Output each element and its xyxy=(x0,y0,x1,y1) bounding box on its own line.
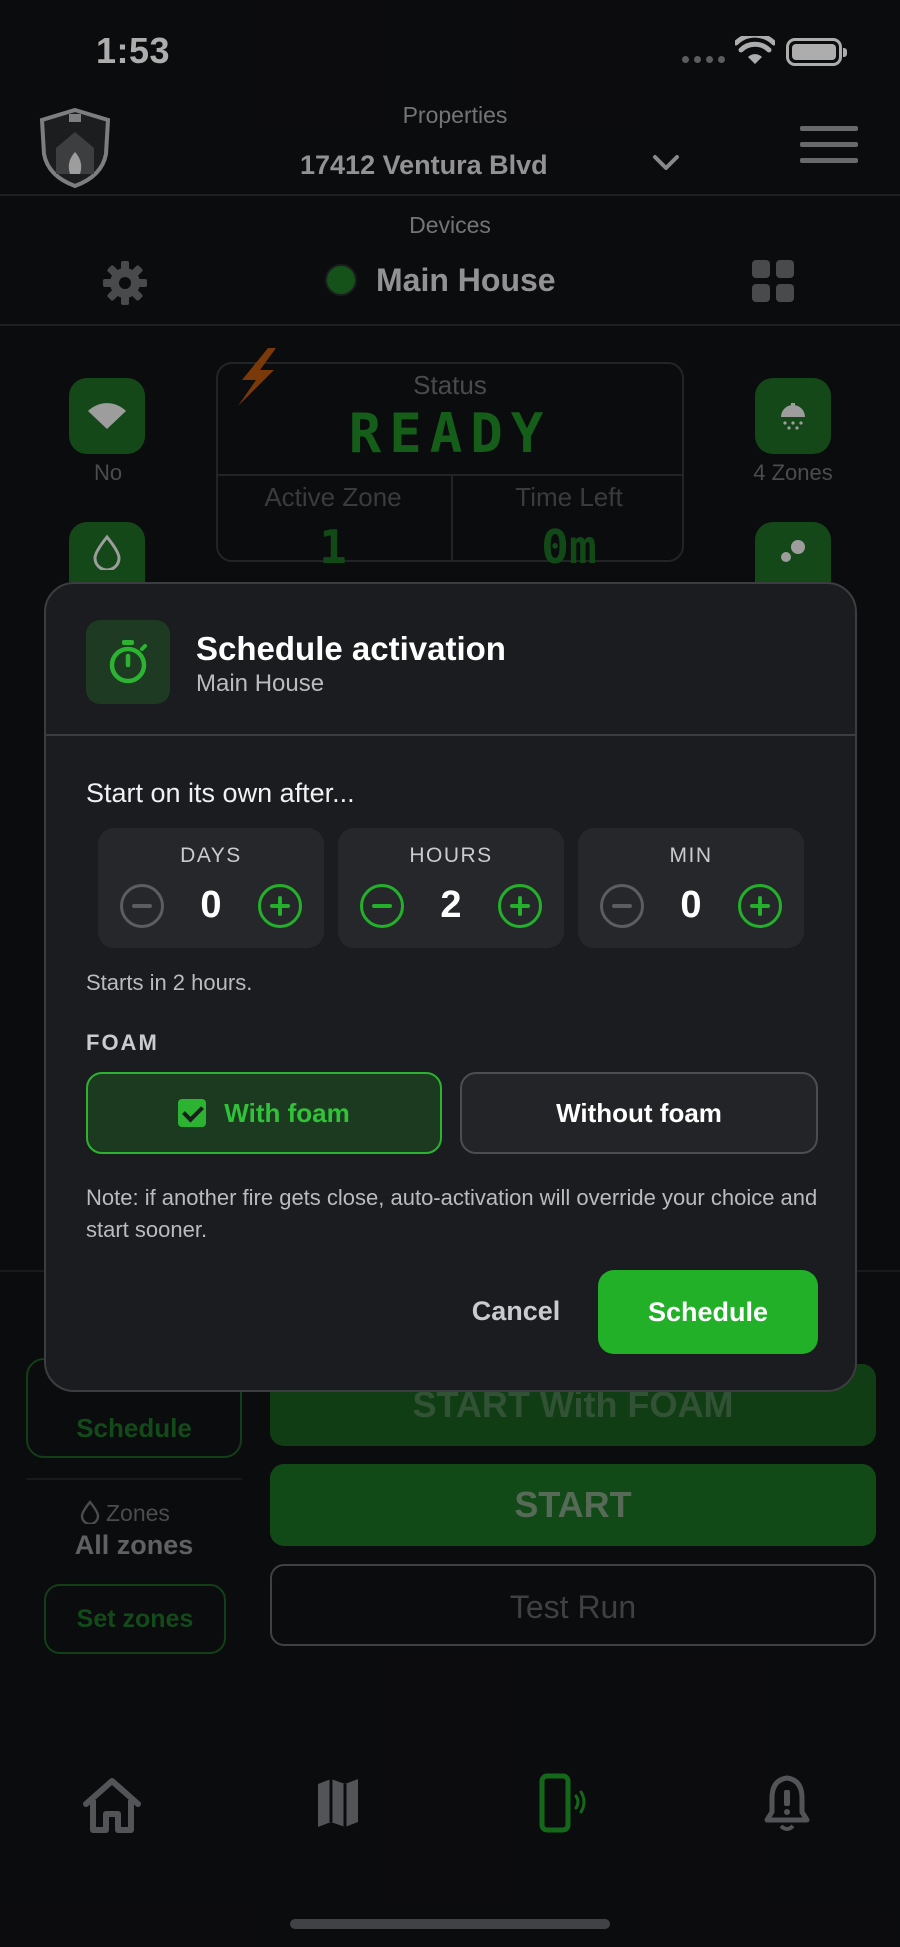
hours-label: HOURS xyxy=(409,844,493,867)
days-label: DAYS xyxy=(180,844,242,867)
days-increment-icon[interactable] xyxy=(258,884,302,928)
minutes-stepper: MIN 0 xyxy=(578,828,804,948)
without-foam-label: Without foam xyxy=(556,1097,722,1128)
hours-stepper: HOURS 2 xyxy=(338,828,564,948)
override-note: Note: if another fire gets close, auto-a… xyxy=(86,1185,818,1242)
days-stepper: DAYS 0 xyxy=(98,828,324,948)
schedule-activation-dialog: Schedule activation Main House Start on … xyxy=(44,582,857,1392)
with-foam-label: With foam xyxy=(224,1097,350,1128)
stopwatch-icon xyxy=(109,640,147,684)
minutes-label: MIN xyxy=(669,844,713,867)
foam-section-label: FOAM xyxy=(86,1030,159,1055)
schedule-confirm-button[interactable]: Schedule xyxy=(598,1270,818,1354)
checkbox-checked-icon xyxy=(178,1099,207,1127)
cancel-button[interactable]: Cancel xyxy=(446,1270,586,1352)
dialog-divider xyxy=(46,734,855,736)
starts-in-text: Starts in 2 hours. xyxy=(86,970,253,995)
minutes-increment-icon[interactable] xyxy=(738,884,782,928)
without-foam-option[interactable]: Without foam xyxy=(460,1072,818,1154)
timer-icon-box xyxy=(86,620,170,704)
dialog-subtitle: Main House xyxy=(196,670,325,697)
start-after-label: Start on its own after... xyxy=(86,778,355,808)
hours-increment-icon[interactable] xyxy=(498,884,542,928)
with-foam-option[interactable]: With foam xyxy=(86,1072,442,1154)
dialog-title: Schedule activation xyxy=(196,630,506,667)
